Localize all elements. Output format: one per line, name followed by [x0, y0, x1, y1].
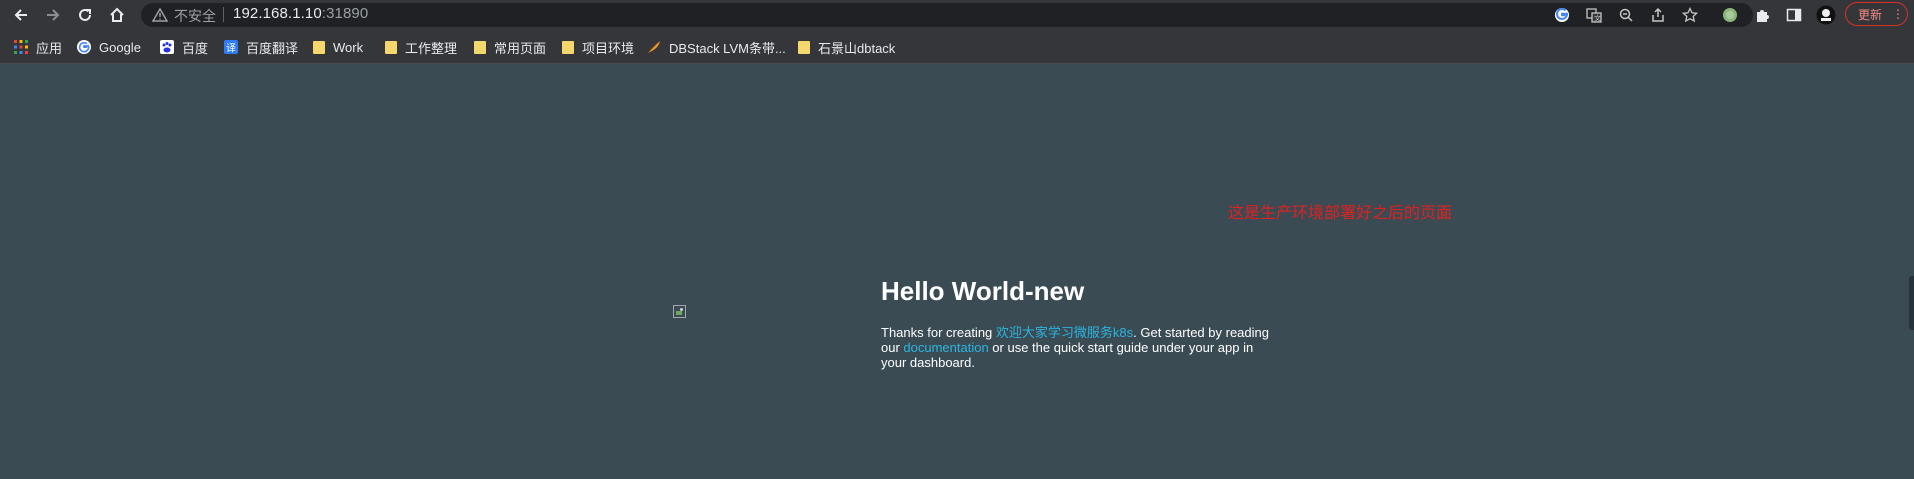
bookmark-baidu-translate[interactable]: 译 百度翻译 [224, 38, 298, 56]
bookmark-label: 项目环境 [582, 40, 635, 56]
folder-icon [562, 40, 574, 54]
bookmark-project-env[interactable]: 项目环境 [562, 38, 634, 56]
intro-paragraph: Thanks for creating 欢迎大家学习微服务k8s. Get st… [881, 325, 1271, 370]
documentation-link[interactable]: documentation [903, 340, 988, 355]
home-icon[interactable] [106, 4, 128, 26]
baidu-translate-icon: 译 [224, 40, 238, 55]
bookmark-shijingshan-dbtack[interactable]: 石景山dbtack [798, 38, 895, 56]
broken-image-icon [673, 305, 686, 318]
bookmark-label: 石景山dbtack [818, 40, 896, 56]
address-bar[interactable] [141, 3, 1753, 27]
svg-text:文: 文 [1594, 14, 1601, 23]
bookmark-baidu[interactable]: 百度 [160, 38, 208, 56]
bookmark-google[interactable]: Google [77, 38, 141, 56]
folder-icon [474, 40, 486, 54]
welcome-link[interactable]: 欢迎大家学习微服务k8s [996, 325, 1133, 340]
bookmark-label: 常用页面 [494, 40, 547, 56]
google-icon [77, 40, 91, 54]
bookmark-label: 应用 [36, 40, 63, 56]
svg-text:译: 译 [226, 43, 236, 55]
security-status-label[interactable]: 不安全 [174, 6, 216, 26]
bookmarks-bar: 应用 Google 百度 译 百度翻译 Work 工作整理 常用页面 项目环境 [0, 29, 1914, 64]
bookmark-star-icon[interactable] [1681, 6, 1699, 24]
zoom-icon[interactable] [1617, 6, 1635, 24]
folder-icon [313, 40, 325, 54]
extension-circle-icon[interactable] [1720, 5, 1740, 25]
forward-arrow-icon[interactable] [42, 4, 64, 26]
bookmark-label: DBStack LVM条带... [669, 40, 786, 56]
translate-icon[interactable]: 文 [1585, 6, 1603, 24]
reload-icon[interactable] [74, 4, 96, 26]
more-menu-icon: ⋮ [1892, 7, 1905, 21]
side-panel-icon[interactable] [1784, 5, 1804, 25]
bookmark-dbstack-lvm[interactable]: DBStack LVM条带... [647, 38, 786, 56]
page-content: 这是生产环境部署好之后的页面 Hello World-new Thanks fo… [0, 65, 1914, 479]
update-button[interactable]: 更新 ⋮ [1845, 2, 1908, 26]
dbstack-icon [647, 40, 661, 54]
bookmark-label: 百度翻译 [246, 40, 299, 56]
page-title: Hello World-new [881, 276, 1085, 306]
bookmark-apps[interactable]: 应用 [14, 38, 62, 56]
extensions-puzzle-icon[interactable] [1752, 5, 1772, 25]
intro-text-1: Thanks for creating [881, 325, 996, 340]
bookmark-work[interactable]: Work [313, 38, 363, 56]
google-lens-icon[interactable] [1553, 6, 1571, 24]
address-separator [223, 7, 224, 22]
folder-icon [385, 40, 397, 54]
bookmark-work-notes[interactable]: 工作整理 [385, 38, 457, 56]
update-label: 更新 [1858, 7, 1883, 22]
bookmark-label: 工作整理 [405, 40, 458, 56]
baidu-icon [160, 40, 174, 54]
browser-toolbar: 不安全 192.168.1.10:31890 文 更新 ⋮ [0, 0, 1914, 29]
deployment-note: 这是生产环境部署好之后的页面 [1228, 205, 1453, 222]
warning-triangle-icon[interactable] [151, 7, 169, 23]
apps-grid-icon [14, 40, 28, 54]
scrollbar-handle[interactable] [1909, 276, 1914, 330]
bookmark-label: Google [99, 39, 141, 55]
profile-avatar-icon[interactable] [1816, 5, 1836, 25]
url-port: :31890 [321, 5, 369, 22]
url-text[interactable]: 192.168.1.10:31890 [233, 5, 368, 22]
bookmark-common-pages[interactable]: 常用页面 [474, 38, 546, 56]
back-arrow-icon[interactable] [10, 4, 32, 26]
bookmark-label: Work [333, 39, 364, 55]
share-icon[interactable] [1649, 6, 1667, 24]
url-host: 192.168.1.10 [233, 5, 322, 22]
bookmark-label: 百度 [182, 40, 209, 56]
folder-icon [798, 40, 810, 54]
